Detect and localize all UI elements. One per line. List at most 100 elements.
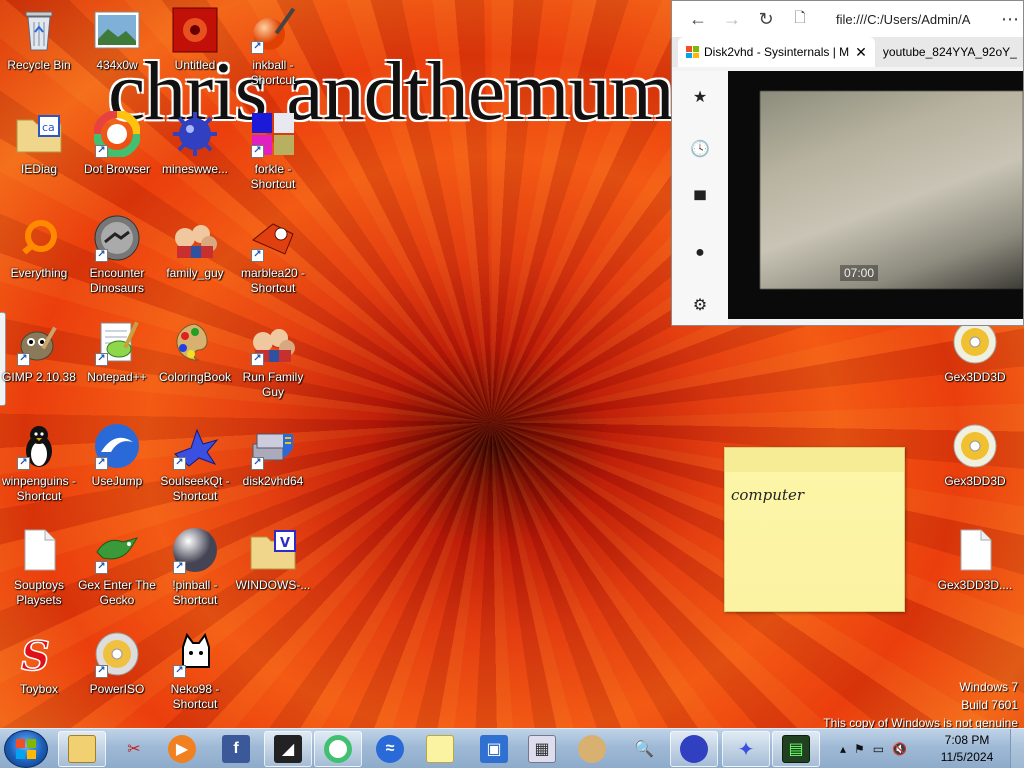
- desktop-icon-windows-folder[interactable]: V WINDOWS-...: [234, 526, 312, 593]
- close-tab-icon[interactable]: ✕: [855, 44, 867, 61]
- desktop-icon-pinball[interactable]: ↗ !pinball - Shortcut: [156, 526, 234, 608]
- desktop-icon-untitled[interactable]: Untitled: [156, 6, 234, 73]
- taskbar-paint[interactable]: [568, 731, 616, 767]
- taskbar-magnifier[interactable]: 🔍: [620, 731, 668, 767]
- shortcut-arrow-icon: ↗: [95, 561, 108, 574]
- desktop-icon-marblea20[interactable]: ↗ marblea20 - Shortcut: [234, 214, 312, 296]
- network-tray-icon[interactable]: ▭: [873, 742, 884, 756]
- desktop-icon-dot-browser[interactable]: ↗ Dot Browser: [78, 110, 156, 177]
- icon-label: Souptoys Playsets: [13, 578, 65, 607]
- desktop-icon-toybox[interactable]: S Toybox: [0, 630, 78, 697]
- desktop-icon-recycle-bin[interactable]: Recycle Bin: [0, 6, 78, 73]
- desktop-icon-encounter-dinosaurs[interactable]: ↗ Encounter Dinosaurs: [78, 214, 156, 296]
- taskbar-terminal[interactable]: ▤: [772, 731, 820, 767]
- desktop-icon-gex3dd3d-2[interactable]: Gex3DD3D: [936, 422, 1014, 489]
- usejump-icon: ↗: [93, 422, 141, 470]
- taskbar-minesweeper[interactable]: [670, 731, 718, 767]
- desktop-icon-usejump[interactable]: ↗ UseJump: [78, 422, 156, 489]
- taskbar-network[interactable]: ▣: [470, 731, 518, 767]
- shortcut-arrow-icon: ↗: [251, 145, 264, 158]
- taskbar-media-app[interactable]: ◢: [264, 731, 312, 767]
- taskbar: ✂ ▶ f ◢ ≈ ▣ ▦ 🔍 ✦ ▤ ▴ ⚑ ▭ 🔇 7:08 PM 11/5…: [0, 728, 1024, 768]
- forward-icon[interactable]: →: [722, 9, 742, 30]
- system-tray: ▴ ⚑ ▭ 🔇: [840, 729, 907, 768]
- desktop-icon-winpenguins[interactable]: ↗ winpenguins - Shortcut: [0, 422, 78, 504]
- desktop-icon-gimp[interactable]: ↗ GIMP 2.10.38: [0, 318, 78, 385]
- icon-label: Untitled: [174, 58, 216, 72]
- sticky-note-titlebar[interactable]: [725, 448, 904, 472]
- star-icon[interactable]: ★: [672, 71, 728, 123]
- more-menu-icon[interactable]: ⋯: [1000, 9, 1020, 30]
- refresh-icon[interactable]: ↻: [756, 9, 776, 30]
- taskbar-snipping-tool[interactable]: ✂: [110, 731, 158, 767]
- icon-label: mineswwe...: [161, 162, 229, 176]
- shortcut-arrow-icon: ↗: [95, 249, 108, 262]
- start-button[interactable]: [4, 730, 48, 768]
- address-input[interactable]: file:///C:/Users/Admin/A: [836, 12, 986, 27]
- desktop-icon-gex-enter-gecko[interactable]: ↗ Gex Enter The Gecko: [78, 526, 156, 608]
- desktop-icon-poweriso[interactable]: ↗ PowerISO: [78, 630, 156, 697]
- desktop-icon-run-family-guy[interactable]: ↗ Run Family Guy: [234, 318, 312, 400]
- desktop-icon-disk2vhd64[interactable]: ↗ disk2vhd64: [234, 422, 312, 489]
- desktop-icon-iediag[interactable]: ca IEDiag: [0, 110, 78, 177]
- desktop-icon-everything[interactable]: Everything: [0, 214, 78, 281]
- address-bar-row: ← → ↻ 🗋 file:///C:/Users/Admin/A ⋯: [672, 1, 1023, 37]
- desktop-icon-434x0w[interactable]: 434x0w: [78, 6, 156, 73]
- back-icon[interactable]: ←: [688, 9, 708, 30]
- desktop-icon-inkball[interactable]: ↗ inkball - Shortcut: [234, 6, 312, 88]
- show-desktop-button[interactable]: [1010, 729, 1024, 768]
- taskbar-calculator[interactable]: ▦: [518, 731, 566, 767]
- sticky-note-text[interactable]: computer: [731, 486, 804, 504]
- clock-time: 7:08 PM: [944, 733, 990, 747]
- account-icon[interactable]: ●: [672, 227, 728, 279]
- icon-label: winpenguins - Shortcut: [1, 474, 77, 503]
- desktop-icon-gex3dd3d-1[interactable]: Gex3DD3D: [936, 318, 1014, 385]
- hat-icon[interactable]: ▀: [672, 175, 728, 227]
- poweriso-icon: ↗: [93, 630, 141, 678]
- everything-icon: [15, 214, 63, 262]
- family-guy-icon: ↗: [249, 318, 297, 366]
- taskbar-usejump[interactable]: ≈: [366, 731, 414, 767]
- video-player[interactable]: 07:00: [728, 71, 1023, 319]
- tab-disk2vhd[interactable]: Disk2vhd - Sysinternals | M ✕: [678, 37, 875, 67]
- desktop-icon-neko98[interactable]: ↗ Neko98 - Shortcut: [156, 630, 234, 712]
- taskbar-explorer[interactable]: [58, 731, 106, 767]
- settings-gear-icon[interactable]: ⚙: [672, 279, 728, 325]
- taskbar-sticky-notes[interactable]: [416, 731, 464, 767]
- page-icon: 🗋: [794, 9, 806, 25]
- gimp-icon: ↗: [15, 318, 63, 366]
- desktop-icon-family-guy[interactable]: family_guy: [156, 214, 234, 281]
- desktop-icon-forkle[interactable]: ↗ forkle - Shortcut: [234, 110, 312, 192]
- browser-window[interactable]: ← → ↻ 🗋 file:///C:/Users/Admin/A ⋯ Disk2…: [671, 0, 1024, 326]
- tab-youtube[interactable]: youtube_824YYA_92oY_: [875, 37, 1023, 67]
- icon-label: IEDiag: [20, 162, 58, 176]
- volume-muted-icon[interactable]: 🔇: [892, 742, 907, 756]
- svg-text:S: S: [21, 633, 50, 676]
- desktop-icon-soulseekqt[interactable]: ↗ SoulseekQt - Shortcut: [156, 422, 234, 504]
- action-center-flag-icon[interactable]: ⚑: [854, 742, 865, 756]
- icon-label: 434x0w: [96, 58, 138, 72]
- dinosaur-icon: ↗: [93, 214, 141, 262]
- watermark-os: Windows 7: [959, 680, 1018, 694]
- desktop-icon-notepad-plus[interactable]: ↗ Notepad++: [78, 318, 156, 385]
- taskbar-media-player[interactable]: ▶: [158, 731, 206, 767]
- taskbar-clock[interactable]: 7:08 PM 11/5/2024: [932, 732, 1002, 766]
- sticky-note[interactable]: computer: [724, 447, 905, 612]
- browser-sidebar: ★ 🕓 ▀ ● ⚙: [672, 71, 728, 325]
- folder-icon: ca: [15, 110, 63, 158]
- desktop-icon-minesweeper[interactable]: mineswwe...: [156, 110, 234, 177]
- taskbar-dot-browser[interactable]: [314, 731, 362, 767]
- icon-label: Recycle Bin: [7, 58, 71, 72]
- taskbar-soulseek[interactable]: ✦: [722, 731, 770, 767]
- icon-label: marblea20 - Shortcut: [240, 266, 306, 295]
- history-icon[interactable]: 🕓: [672, 123, 728, 175]
- svg-text:ca: ca: [42, 121, 55, 134]
- minesweeper-icon: [680, 735, 708, 763]
- desktop-icon-coloringbook[interactable]: ColoringBook: [156, 318, 234, 385]
- taskbar-facebook[interactable]: f: [212, 731, 260, 767]
- icon-label: Neko98 - Shortcut: [170, 682, 220, 711]
- show-hidden-icons-icon[interactable]: ▴: [840, 742, 846, 756]
- desktop-icon-souptoys[interactable]: Souptoys Playsets: [0, 526, 78, 608]
- icon-label: WINDOWS-...: [235, 578, 311, 592]
- desktop-icon-gex3dd3d-file[interactable]: Gex3DD3D....: [936, 526, 1014, 593]
